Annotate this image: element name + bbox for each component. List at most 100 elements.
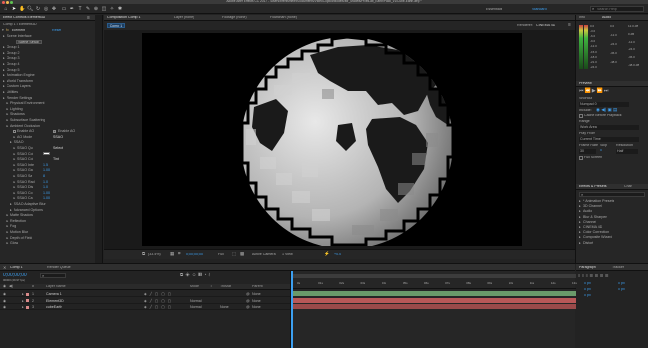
effect-property-row[interactable]: ▸ Motion Blur bbox=[3, 230, 93, 235]
effect-property-row[interactable]: ▸ SSAO Ca 1.00 bbox=[3, 196, 93, 201]
panel-menu-icon[interactable]: ≡ bbox=[87, 15, 90, 21]
tab-comp1[interactable]: Comp 1 bbox=[10, 266, 23, 270]
effect-category-item[interactable]: ▸ 3D Channel bbox=[579, 204, 647, 209]
viewer-timecode[interactable]: 0;00;00;00 bbox=[186, 253, 203, 257]
disclosure-arrow-icon[interactable]: ▸ bbox=[579, 241, 581, 246]
effect-property-row[interactable]: ▸ SSAO Col bbox=[3, 152, 93, 157]
effect-property-value[interactable]: Enable AO bbox=[58, 129, 75, 134]
color-swatch[interactable] bbox=[43, 152, 50, 156]
timeline-search-input[interactable]: ⌕ bbox=[40, 273, 66, 278]
disclosure-arrow-icon[interactable]: ▸ bbox=[7, 241, 9, 246]
effect-property-row[interactable]: ▸ SSAO Ga 1.00 bbox=[3, 168, 93, 173]
tab-effects-presets[interactable]: Effects & Presets bbox=[579, 185, 607, 189]
disclosure-arrow-icon[interactable]: ▸ bbox=[579, 235, 581, 240]
eye-icon[interactable]: ◉ bbox=[3, 298, 6, 304]
effect-property-number[interactable]: 1.0 bbox=[43, 180, 48, 185]
disclosure-arrow-icon[interactable]: ▸ bbox=[3, 84, 5, 89]
disclosure-arrow-icon[interactable]: ▸ bbox=[3, 68, 5, 73]
pick-whip-icon[interactable]: @ bbox=[246, 291, 250, 297]
workspace-essentials[interactable]: Essentials bbox=[486, 8, 502, 12]
effect-property-number[interactable]: 1.0 bbox=[43, 185, 48, 190]
layer-switches[interactable]: ◈ ╱ ▢ ▢ ▢ bbox=[144, 304, 172, 310]
effect-property-row[interactable]: ▸ SSAO Inte 1.5 bbox=[3, 163, 93, 168]
pick-whip-icon[interactable]: @ bbox=[246, 298, 250, 304]
enable-ao-checkbox-2[interactable] bbox=[53, 129, 56, 133]
effect-property-number[interactable]: 8 bbox=[43, 174, 45, 179]
tab-flowchart[interactable]: Flowchart (none) bbox=[270, 16, 297, 20]
eye-icon[interactable]: ◉ bbox=[3, 304, 6, 310]
effect-property-row[interactable]: ▸ SSAO bbox=[3, 140, 93, 145]
full-screen-checkbox[interactable] bbox=[579, 156, 583, 160]
include-layer-controls-icon[interactable]: ▤ bbox=[613, 107, 617, 112]
magnification-value[interactable]: (33.4%) bbox=[148, 253, 161, 257]
effect-property-row[interactable]: ▸ Scene Interface bbox=[3, 34, 93, 39]
effect-property-row[interactable]: ▸ Lighting bbox=[3, 107, 93, 112]
layer-mode-select[interactable]: Normal bbox=[190, 304, 202, 310]
disclosure-arrow-icon[interactable]: ▸ bbox=[3, 34, 5, 39]
effect-property-number[interactable]: 1.00 bbox=[43, 168, 50, 173]
cache-checkbox[interactable] bbox=[579, 114, 583, 118]
disclosure-arrow-icon[interactable]: ▸ bbox=[10, 202, 12, 207]
effect-property-row[interactable]: ▸ Group 3 bbox=[3, 56, 93, 61]
effect-category-item[interactable]: ▸ Blur & Sharpen bbox=[579, 215, 647, 220]
tab-layer[interactable]: Layer (none) bbox=[174, 16, 194, 20]
effect-property-row[interactable]: ▸ Ambient Occlusion bbox=[3, 124, 93, 129]
range-select[interactable]: Work Area bbox=[579, 125, 639, 130]
disclosure-arrow-icon[interactable]: ▸ bbox=[7, 219, 9, 224]
home-icon[interactable]: ⌂ bbox=[3, 6, 9, 12]
eye-icon[interactable]: ◉ bbox=[3, 291, 6, 297]
paragraph-indent-value[interactable]: 0 px bbox=[618, 282, 625, 286]
layer-switches[interactable]: ◈ ╱ ▢ ▢ ▢ bbox=[144, 291, 172, 297]
work-area-bar[interactable] bbox=[291, 274, 576, 278]
tab-footage[interactable]: Footage (none) bbox=[222, 16, 247, 20]
effect-property-row[interactable]: ▸ Utilities bbox=[3, 90, 93, 95]
pan-behind-tool-icon[interactable]: ✥ bbox=[51, 6, 57, 12]
effect-property-row[interactable]: ▸ Animation Engine bbox=[3, 73, 93, 78]
collapse-arrow-icon[interactable]: ▾ bbox=[2, 28, 4, 33]
disclosure-arrow-icon[interactable]: ▸ bbox=[14, 152, 16, 157]
disclosure-arrow-icon[interactable]: ▸ bbox=[14, 157, 16, 162]
graph-editor-icon[interactable]: ⌇ bbox=[208, 272, 212, 277]
label-color-swatch[interactable] bbox=[26, 299, 29, 302]
workspace-standard[interactable]: Standard bbox=[532, 8, 547, 12]
effect-property-row[interactable]: ▸ Shadows bbox=[3, 112, 93, 117]
eraser-tool-icon[interactable]: ◫ bbox=[101, 6, 107, 12]
layer-trkmat-select[interactable]: None bbox=[220, 304, 229, 310]
justify-all-icon[interactable]: ☰ bbox=[605, 273, 610, 278]
disclosure-arrow-icon[interactable]: ▸ bbox=[14, 163, 16, 168]
effects-search-input[interactable]: ⌕ bbox=[579, 192, 645, 197]
tab-tracker[interactable]: Tracker bbox=[612, 266, 624, 270]
panel-menu-icon[interactable]: ≡ bbox=[568, 23, 571, 28]
effect-category-item[interactable]: ▸ Audio bbox=[579, 209, 647, 214]
effect-property-number[interactable]: 1.00 bbox=[43, 196, 50, 201]
include-overlays-icon[interactable]: ▣ bbox=[607, 107, 611, 112]
disclosure-arrow-icon[interactable]: ▸ bbox=[14, 135, 16, 140]
next-frame-icon[interactable]: ⏩ bbox=[597, 88, 604, 94]
paragraph-indent-value[interactable]: 0 px bbox=[584, 282, 591, 286]
disclosure-arrow-icon[interactable]: ▸ bbox=[7, 107, 9, 112]
close-icon[interactable]: ✕ bbox=[3, 265, 6, 270]
layer-name[interactable]: cubeEarth bbox=[46, 304, 62, 310]
expand-arrow-icon[interactable]: ▸ bbox=[22, 304, 24, 310]
clone-stamp-tool-icon[interactable]: ⊕ bbox=[93, 6, 99, 12]
scene-setup-button[interactable]: Scene Setup bbox=[15, 39, 42, 45]
effect-category-item[interactable]: ▸ Color Correction bbox=[579, 230, 647, 235]
prev-frame-icon[interactable]: ⏪ bbox=[585, 88, 592, 94]
orbit-camera-tool-icon[interactable]: ◎ bbox=[43, 6, 49, 12]
effect-property-row[interactable]: ▸ Advanced Options bbox=[3, 208, 93, 213]
disclosure-arrow-icon[interactable]: ▸ bbox=[3, 45, 5, 50]
include-audio-icon[interactable]: ◀) bbox=[601, 107, 606, 112]
disclosure-arrow-icon[interactable]: ▸ bbox=[14, 174, 16, 179]
disclosure-arrow-icon[interactable]: ▸ bbox=[3, 51, 5, 56]
disclosure-arrow-icon[interactable]: ▸ bbox=[579, 204, 581, 209]
effect-property-row[interactable]: ▸ SSAO Adaptive Blur bbox=[3, 202, 93, 207]
fx-icon[interactable]: fx bbox=[6, 28, 9, 33]
include-video-icon[interactable]: ◉ bbox=[596, 107, 600, 112]
layer-name[interactable]: Camera 1 bbox=[46, 291, 62, 297]
tab-paragraph[interactable]: Paragraph bbox=[579, 266, 596, 270]
effect-category-item[interactable]: ▸ CINEMA 4D bbox=[579, 225, 647, 230]
tab-render-queue[interactable]: Render Queue bbox=[47, 266, 71, 270]
effect-category-item[interactable]: ▸ Composite Wizard bbox=[579, 235, 647, 240]
zoom-tool-icon[interactable]: 🔍︎ bbox=[27, 6, 33, 12]
timeline-track-area[interactable]: 0s 01s 02s 03s 04s 05s 06s 07s 08s 09s 10s 11s 12s 13… bbox=[290, 271, 577, 348]
